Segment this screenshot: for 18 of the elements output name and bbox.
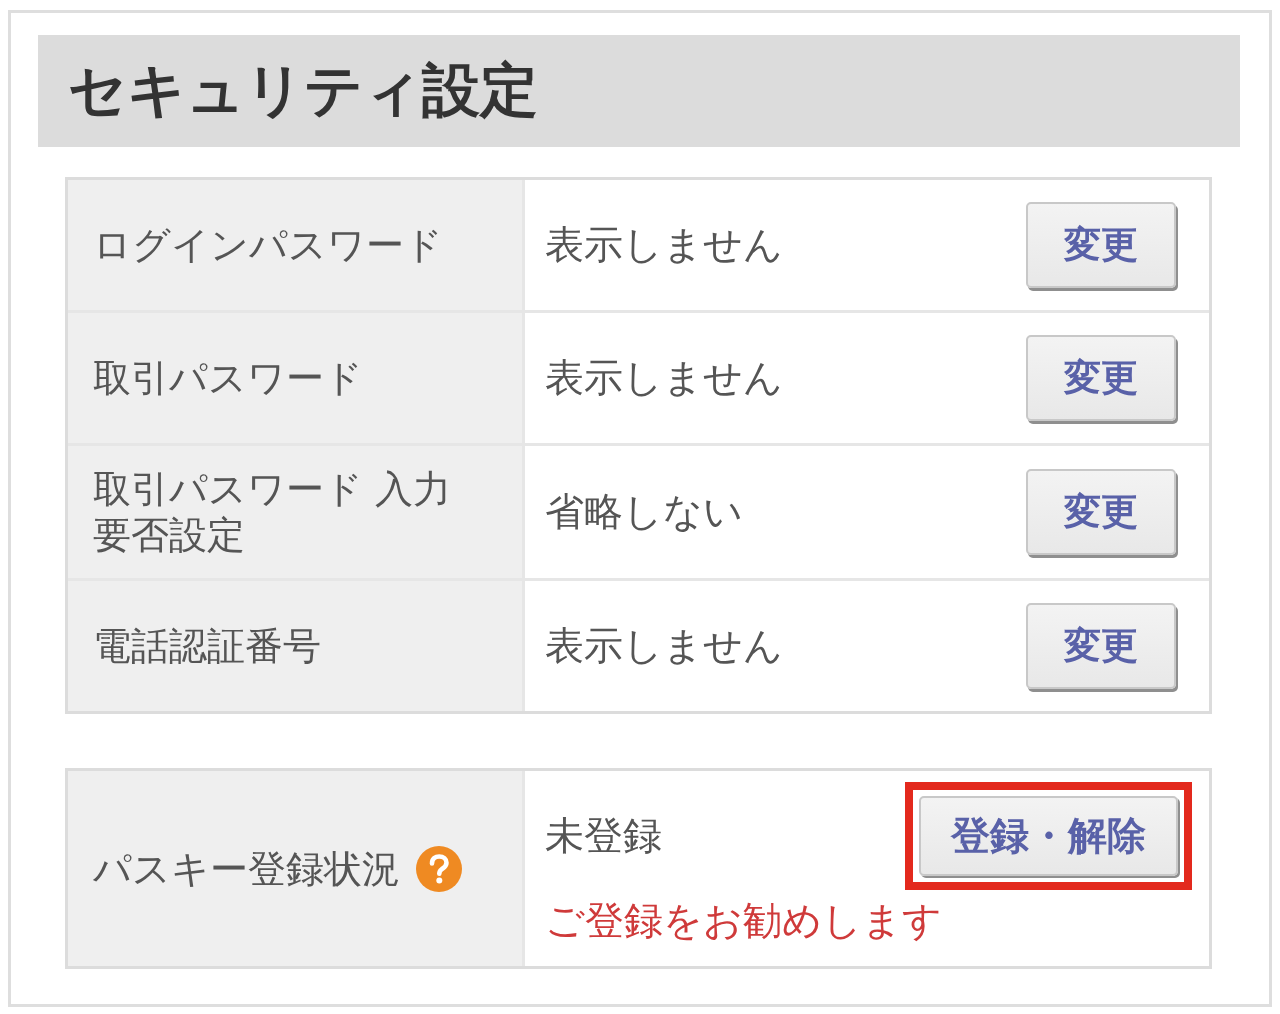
change-button[interactable]: 変更 <box>1026 603 1176 689</box>
setting-label: 取引パスワード <box>68 313 525 443</box>
setting-value: 表示しません <box>545 354 783 402</box>
setting-label: 電話認証番号 <box>68 581 525 711</box>
passkey-label: パスキー登録状況 <box>93 845 400 892</box>
setting-value: 省略しない <box>545 488 743 536</box>
setting-value: 表示しません <box>545 221 783 269</box>
setting-value: 表示しません <box>545 622 783 670</box>
help-icon[interactable] <box>416 845 462 892</box>
change-button[interactable]: 変更 <box>1026 335 1176 421</box>
setting-label: ログインパスワード <box>68 180 525 310</box>
setting-label: 取引パスワード 入力要否設定 <box>68 446 525 578</box>
register-button[interactable]: 登録・解除 <box>919 796 1178 876</box>
change-button[interactable]: 変更 <box>1026 469 1176 555</box>
change-button[interactable]: 変更 <box>1026 202 1176 288</box>
page-title: セキュリティ設定 <box>38 35 1240 147</box>
registration-status: 未登録 <box>545 812 662 860</box>
recommendation-notice: ご登録をお勧めします <box>545 897 942 945</box>
